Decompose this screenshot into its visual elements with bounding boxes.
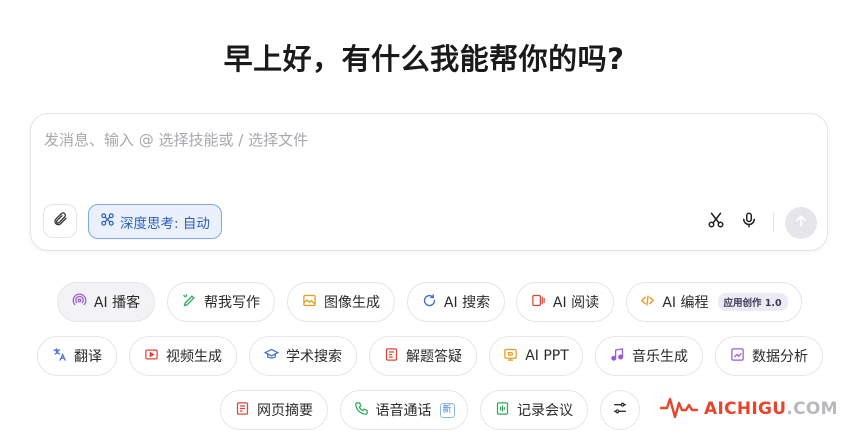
- chip-label: 翻译: [74, 349, 102, 365]
- chip-label: 记录会议: [517, 403, 573, 419]
- send-button[interactable]: [785, 207, 817, 239]
- chip-label: 解题答疑: [406, 349, 462, 365]
- image-icon: [302, 293, 317, 312]
- arrow-up-icon: [793, 213, 809, 233]
- toolbar-divider: [773, 212, 774, 232]
- chip-webpage-summary[interactable]: 网页摘要: [220, 390, 328, 430]
- chip-ai-reading[interactable]: AI 阅读: [516, 282, 614, 322]
- chip-label: AI 编程: [662, 295, 709, 311]
- chip-label: 数据分析: [752, 349, 808, 365]
- chip-label: AI 播客: [93, 295, 141, 311]
- sliders-icon: [612, 400, 628, 420]
- scissors-button[interactable]: [704, 210, 728, 234]
- chip-label: 视频生成: [166, 349, 222, 365]
- chip-label: 网页摘要: [257, 403, 313, 419]
- atom-icon: [100, 212, 115, 231]
- deep-think-button[interactable]: 深度思考: 自动: [88, 204, 222, 239]
- voice-input-button[interactable]: [737, 210, 761, 234]
- solve-icon: [384, 347, 399, 366]
- code-icon: [640, 293, 655, 312]
- chip-music-gen[interactable]: 音乐生成: [595, 336, 703, 376]
- phone-icon: [354, 401, 369, 420]
- chip-video-gen[interactable]: 视频生成: [129, 336, 237, 376]
- message-input[interactable]: 发消息、输入 @ 选择技能或 / 选择文件: [44, 129, 308, 150]
- chip-ai-ppt[interactable]: AI PPT: [489, 336, 583, 376]
- podcast-icon: [72, 293, 87, 312]
- translate-icon: [52, 347, 67, 366]
- paperclip-icon: [52, 211, 68, 231]
- reading-icon: [531, 293, 546, 312]
- watermark-text: AICHIGU.COM: [704, 399, 838, 419]
- chip-ai-search[interactable]: AI 搜索: [407, 282, 505, 322]
- video-icon: [144, 347, 159, 366]
- chip-label: AI PPT: [525, 348, 569, 364]
- site-watermark: AICHIGU.COM: [659, 393, 838, 425]
- meeting-icon: [495, 401, 510, 420]
- music-icon: [610, 347, 625, 366]
- heartbeat-logo-icon: [659, 394, 699, 424]
- new-badge: 新: [439, 402, 455, 418]
- deep-think-label: 深度思考: 自动: [120, 215, 210, 232]
- chip-voice-call[interactable]: 语音通话 新: [340, 390, 468, 430]
- chip-translate[interactable]: 翻译: [37, 336, 117, 376]
- chip-label: 音乐生成: [632, 349, 688, 365]
- ppt-icon: [503, 347, 518, 366]
- message-composer[interactable]: 发消息、输入 @ 选择技能或 / 选择文件 深度思考: 自动: [30, 113, 828, 251]
- attach-button[interactable]: [43, 204, 77, 238]
- chip-problem-solving[interactable]: 解题答疑: [369, 336, 477, 376]
- chip-image-gen[interactable]: 图像生成: [287, 282, 395, 322]
- chip-label: 学术搜索: [286, 349, 342, 365]
- chip-data-analysis[interactable]: 数据分析: [715, 336, 823, 376]
- microphone-icon: [740, 211, 758, 233]
- more-skills-button[interactable]: [600, 390, 640, 430]
- chip-academic-search[interactable]: 学术搜索: [249, 336, 357, 376]
- page-title: 早上好，有什么我能帮你的吗?: [223, 42, 625, 76]
- pen-icon: [182, 293, 197, 312]
- app-creation-badge: 应用创作 1.0: [717, 293, 788, 311]
- scissors-icon: [707, 211, 725, 233]
- chip-ai-coding[interactable]: AI 编程 应用创作 1.0: [626, 282, 802, 322]
- chip-label: AI 搜索: [443, 295, 491, 311]
- chip-label: 图像生成: [324, 295, 380, 311]
- chip-meeting-record[interactable]: 记录会议: [480, 390, 588, 430]
- chip-writing[interactable]: 帮我写作: [167, 282, 275, 322]
- chip-label: 语音通话: [375, 403, 432, 419]
- academic-icon: [263, 347, 280, 366]
- chip-label: 帮我写作: [204, 295, 260, 311]
- search-refresh-icon: [422, 293, 437, 312]
- webpage-icon: [235, 401, 250, 420]
- data-icon: [730, 347, 745, 366]
- chip-ai-podcast[interactable]: AI 播客: [57, 282, 155, 322]
- chip-label: AI 阅读: [552, 295, 600, 311]
